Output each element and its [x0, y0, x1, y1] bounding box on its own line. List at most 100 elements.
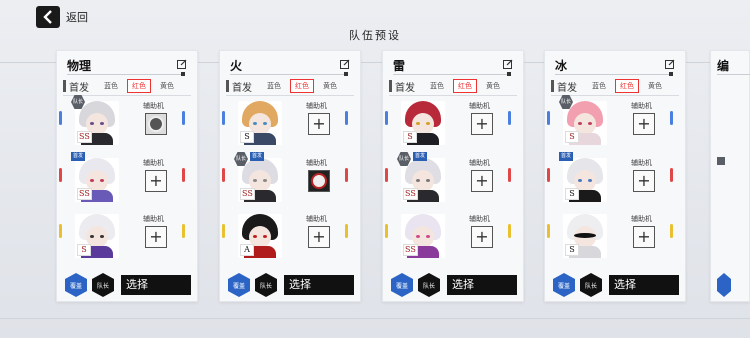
leader-button[interactable]: 队长	[580, 273, 602, 297]
slot-marker-left	[385, 224, 388, 238]
rank-badge: S	[565, 244, 579, 256]
card-actions: 覆盖 队长 选择	[391, 273, 517, 297]
overlay-button[interactable]: 覆盖	[228, 273, 250, 297]
edit-icon[interactable]	[177, 59, 187, 69]
first-badge: 首发	[559, 152, 574, 161]
member-slot[interactable]: S 辅助机 +	[222, 101, 348, 147]
support-slot[interactable]	[308, 170, 330, 192]
team-card-physical: 物理 首发 蓝色 红色 黄色 SS 队长 辅助机 SS 首发 辅助机 + S 辅…	[56, 50, 198, 302]
character-portrait[interactable]: S	[75, 214, 119, 258]
slot-marker-left	[222, 111, 225, 125]
slot-marker-right	[345, 111, 348, 125]
card-title: 雷	[393, 59, 406, 73]
slot-marker-left	[547, 224, 550, 238]
select-button[interactable]: 选择	[447, 275, 517, 295]
back-label[interactable]: 返回	[66, 9, 88, 25]
plus-icon: +	[475, 171, 489, 190]
card-actions: 覆盖 队长 选择	[228, 273, 354, 297]
tab-red[interactable]: 红色	[127, 79, 151, 93]
title-divider	[393, 72, 511, 76]
member-slot[interactable]: S 辅助机 +	[547, 214, 673, 260]
tab-blue[interactable]: 蓝色	[425, 79, 449, 93]
team-tabs: 首发 蓝色 红色 黄色	[226, 79, 346, 94]
tab-yellow[interactable]: 黄色	[481, 79, 505, 93]
tab-yellow[interactable]: 黄色	[318, 79, 342, 93]
back-button[interactable]	[36, 6, 60, 28]
support-label: 辅助机	[306, 102, 327, 110]
edit-icon[interactable]	[665, 59, 675, 69]
tab-red[interactable]: 红色	[615, 79, 639, 93]
character-portrait[interactable]: S	[563, 214, 607, 258]
plus-icon: +	[312, 227, 326, 246]
support-slot[interactable]	[145, 113, 167, 135]
leader-button[interactable]: 队长	[255, 273, 277, 297]
title-divider	[555, 72, 673, 76]
support-slot-empty[interactable]: +	[633, 226, 655, 248]
support-label: 辅助机	[143, 102, 164, 110]
slot-marker-left	[547, 111, 550, 125]
member-slot[interactable]: A 辅助机 +	[222, 214, 348, 260]
character-portrait[interactable]: SS	[401, 214, 445, 258]
slot-marker-right	[508, 111, 511, 125]
overlay-button[interactable]: 覆盖	[553, 273, 575, 297]
slot-marker-right	[508, 168, 511, 182]
character-portrait[interactable]: S	[238, 101, 282, 145]
rank-badge: S	[403, 131, 417, 143]
support-slot-empty[interactable]: +	[471, 226, 493, 248]
tab-red[interactable]: 红色	[290, 79, 314, 93]
first-badge: 首发	[413, 152, 428, 161]
tab-red[interactable]: 红色	[453, 79, 477, 93]
support-unit-icon	[148, 116, 164, 132]
select-button[interactable]: 选择	[609, 275, 679, 295]
character-portrait[interactable]: S	[401, 101, 445, 145]
support-slot-empty[interactable]: +	[471, 113, 493, 135]
character-portrait[interactable]: S	[563, 158, 607, 202]
rank-badge: S	[565, 188, 579, 200]
leader-button[interactable]: 队长	[418, 273, 440, 297]
overlay-button[interactable]: 覆盖	[65, 273, 87, 297]
select-button[interactable]: 选择	[284, 275, 354, 295]
member-slot[interactable]: S 首发 辅助机 +	[547, 152, 673, 204]
support-slot-empty[interactable]: +	[308, 113, 330, 135]
tab-blue[interactable]: 蓝色	[587, 79, 611, 93]
overlay-button[interactable]: 覆盖	[391, 273, 413, 297]
support-slot-empty[interactable]: +	[308, 226, 330, 248]
tab-blue[interactable]: 蓝色	[99, 79, 123, 93]
rank-badge: SS	[403, 244, 418, 256]
plus-icon: +	[475, 114, 489, 133]
member-slot[interactable]: SS 辅助机 +	[385, 214, 511, 260]
member-slot[interactable]: SS 队长 首发 辅助机	[222, 152, 348, 204]
member-slot[interactable]: S 辅助机 +	[385, 101, 511, 147]
member-slot[interactable]: SS 队长 辅助机	[59, 95, 185, 147]
support-label: 辅助机	[469, 215, 490, 223]
rank-badge: SS	[403, 188, 418, 200]
rank-badge: S	[565, 131, 579, 143]
character-portrait[interactable]: A	[238, 214, 282, 258]
team-card-fire: 火 首发 蓝色 红色 黄色 S 辅助机 + SS 队长 首发 辅助机 A 辅助机…	[219, 50, 361, 302]
plus-icon: +	[149, 227, 163, 246]
slot-marker-left	[222, 224, 225, 238]
support-slot-empty[interactable]: +	[145, 170, 167, 192]
edit-icon[interactable]	[503, 59, 513, 69]
support-label: 辅助机	[306, 159, 327, 167]
team-card-partial[interactable]: 编	[710, 50, 750, 302]
tabs-divider	[226, 95, 354, 96]
tab-yellow[interactable]: 黄色	[643, 79, 667, 93]
member-slot[interactable]: S 辅助机 +	[59, 214, 185, 260]
team-tabs: 首发 蓝色 红色 黄色	[63, 79, 183, 94]
support-slot-empty[interactable]: +	[633, 113, 655, 135]
support-slot-empty[interactable]: +	[471, 170, 493, 192]
select-button[interactable]: 选择	[121, 275, 191, 295]
tab-blue[interactable]: 蓝色	[262, 79, 286, 93]
tab-yellow[interactable]: 黄色	[155, 79, 179, 93]
support-slot-empty[interactable]: +	[633, 170, 655, 192]
member-slot[interactable]: SS 队长 首发 辅助机 +	[385, 152, 511, 204]
support-slot-empty[interactable]: +	[145, 226, 167, 248]
title-divider	[230, 72, 348, 76]
member-slot[interactable]: SS 首发 辅助机 +	[59, 152, 185, 204]
member-slot[interactable]: S 队长 辅助机 +	[547, 95, 673, 147]
character-portrait[interactable]: SS	[75, 158, 119, 202]
edit-icon[interactable]	[340, 59, 350, 69]
leader-button[interactable]: 队长	[92, 273, 114, 297]
support-label: 辅助机	[469, 102, 490, 110]
